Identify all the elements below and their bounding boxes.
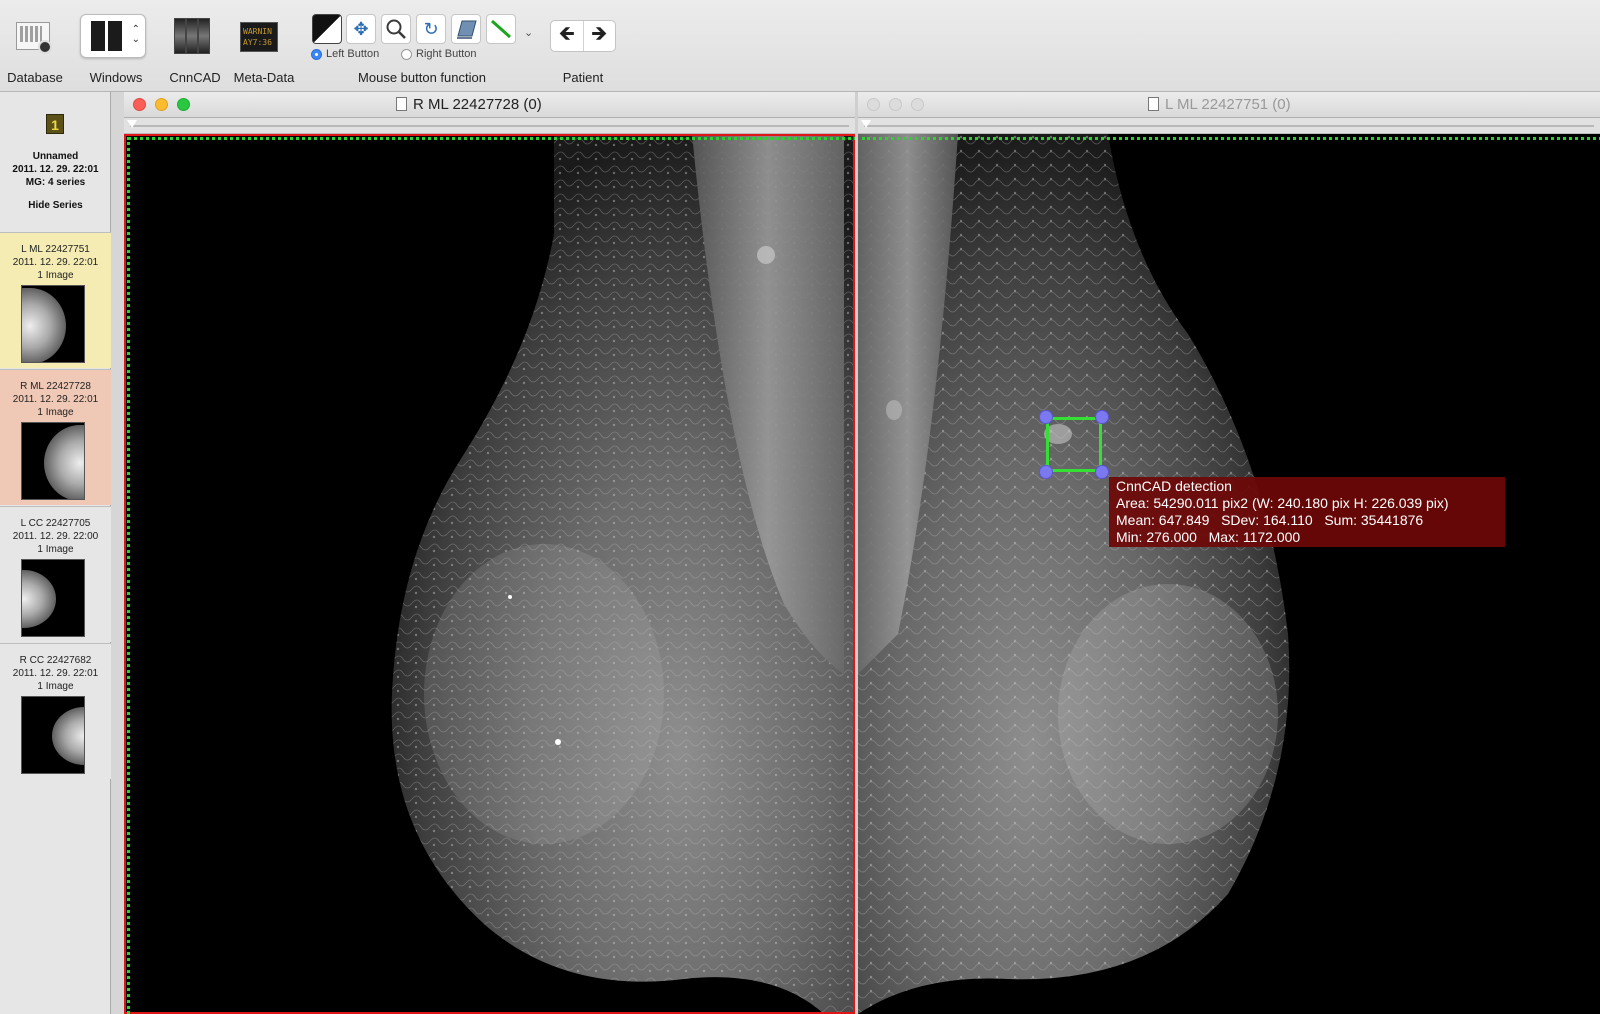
cnncad-icon[interactable] bbox=[172, 18, 212, 54]
left-button-radio[interactable]: Left Button bbox=[311, 48, 379, 60]
roi-handle[interactable] bbox=[1095, 465, 1109, 479]
stack-icon[interactable] bbox=[451, 14, 481, 44]
database-icon[interactable] bbox=[14, 18, 54, 54]
series-count: 1 Image bbox=[37, 270, 74, 281]
series-sidebar: 1 Unnamed 2011. 12. 29. 22:01 MG: 4 seri… bbox=[0, 92, 111, 1014]
right-button-label: Right Button bbox=[416, 48, 477, 60]
radio-selected-icon[interactable] bbox=[311, 48, 322, 60]
rotate-icon[interactable]: ↻ bbox=[416, 14, 446, 44]
roi-stats: Mean: 647.849 SDev: 164.110 Sum: 3544187… bbox=[1116, 512, 1424, 528]
roi-minmax: Min: 276.000 Max: 1172.000 bbox=[1116, 529, 1301, 545]
roi-handle[interactable] bbox=[1095, 410, 1109, 424]
roi-handle[interactable] bbox=[1039, 410, 1053, 424]
metadata-icon[interactable]: WARNIN AY7:36 bbox=[240, 22, 278, 52]
series-name: R ML 22427728 bbox=[20, 381, 91, 392]
series-date: 2011. 12. 29. 22:00 bbox=[12, 531, 99, 542]
roi-rectangle[interactable] bbox=[1046, 417, 1102, 472]
left-button-label: Left Button bbox=[326, 48, 380, 60]
patient-label: Patient bbox=[562, 70, 604, 85]
stepper-arrows-icon[interactable]: ⌃ ⌄ bbox=[132, 25, 140, 45]
series-thumbnail[interactable] bbox=[21, 422, 85, 500]
minimize-window-button[interactable] bbox=[889, 98, 902, 111]
series-date: 2011. 12. 29. 22:01 bbox=[12, 394, 99, 405]
mammogram-image[interactable] bbox=[124, 134, 855, 1014]
document-icon bbox=[1148, 97, 1159, 111]
viewer-titlebar[interactable]: L ML 22427751 (0) bbox=[858, 92, 1600, 118]
series-count: 1 Image bbox=[37, 681, 74, 692]
zoom-window-button[interactable] bbox=[911, 98, 924, 111]
viewer-title: L ML 22427751 (0) bbox=[1165, 96, 1291, 113]
close-window-button[interactable] bbox=[133, 98, 146, 111]
mouse-function-label: Mouse button function bbox=[358, 70, 486, 85]
series-item[interactable]: L ML 22427751 2011. 12. 29. 22:01 1 Imag… bbox=[0, 232, 111, 368]
viewer-titlebar[interactable]: R ML 22427728 (0) bbox=[124, 92, 855, 118]
series-name: L CC 22427705 bbox=[20, 518, 91, 529]
viewer-title: R ML 22427728 (0) bbox=[413, 96, 542, 113]
viewer-left-ml: L ML 22427751 (0) bbox=[858, 92, 1600, 1014]
series-date: 2011. 12. 29. 22:01 bbox=[12, 257, 99, 268]
windows-layout-icon[interactable]: ⌃ ⌄ bbox=[80, 14, 146, 58]
arrow-right-icon: 🡺 bbox=[591, 23, 608, 45]
series-item[interactable]: R ML 22427728 2011. 12. 29. 22:01 1 Imag… bbox=[0, 369, 111, 505]
series-name: L ML 22427751 bbox=[21, 244, 90, 255]
previous-patient-button[interactable]: 🡸 bbox=[551, 21, 583, 51]
patient-nav: 🡸 🡺 bbox=[550, 20, 616, 52]
database-label[interactable]: Database bbox=[7, 70, 63, 85]
series-thumbnail[interactable] bbox=[21, 285, 85, 363]
series-date: 2011. 12. 29. 22:01 bbox=[12, 668, 99, 679]
series-name: R CC 22427682 bbox=[19, 655, 92, 666]
mammogram-image[interactable] bbox=[858, 134, 1600, 1014]
study-date: 2011. 12. 29. 22:01 bbox=[12, 164, 99, 175]
roi-title: CnnCAD detection bbox=[1116, 478, 1232, 494]
study-header[interactable]: 1 Unnamed 2011. 12. 29. 22:01 MG: 4 seri… bbox=[0, 92, 111, 232]
study-number-badge: 1 bbox=[46, 114, 64, 134]
zoom-window-button[interactable] bbox=[177, 98, 190, 111]
slider-knob[interactable] bbox=[127, 120, 137, 128]
slider-knob[interactable] bbox=[861, 120, 871, 128]
study-series-count: MG: 4 series bbox=[25, 177, 86, 188]
viewer-gutter bbox=[111, 92, 124, 1014]
tool-dropdown-icon[interactable]: ⌄ bbox=[524, 26, 533, 39]
right-button-radio[interactable]: Right Button bbox=[401, 48, 477, 60]
metadata-icon-text: WARNIN AY7:36 bbox=[243, 27, 272, 47]
roi-info-panel: CnnCAD detection Area: 54290.011 pix2 (W… bbox=[1109, 477, 1505, 547]
close-window-button[interactable] bbox=[867, 98, 880, 111]
radio-unselected-icon[interactable] bbox=[401, 48, 412, 60]
metadata-label[interactable]: Meta-Data bbox=[234, 70, 295, 85]
series-item[interactable]: L CC 22427705 2011. 12. 29. 22:00 1 Imag… bbox=[0, 506, 111, 642]
image-slider[interactable] bbox=[124, 118, 855, 134]
viewer-right-ml: R ML 22427728 (0) bbox=[124, 92, 855, 1014]
windows-label[interactable]: Windows bbox=[90, 70, 143, 85]
minimize-window-button[interactable] bbox=[155, 98, 168, 111]
hide-series-button[interactable]: Hide Series bbox=[0, 200, 111, 211]
image-slider[interactable] bbox=[858, 118, 1600, 134]
move-icon[interactable]: ✥ bbox=[346, 14, 376, 44]
window-level-icon[interactable] bbox=[312, 14, 342, 44]
main-toolbar: Database ⌃ ⌄ Windows CnnCAD WARNIN AY7:36… bbox=[0, 0, 1600, 92]
series-item[interactable]: R CC 22427682 2011. 12. 29. 22:01 1 Imag… bbox=[0, 643, 111, 779]
arrow-left-icon: 🡸 bbox=[558, 23, 575, 45]
cnncad-label[interactable]: CnnCAD bbox=[169, 70, 220, 85]
series-thumbnail[interactable] bbox=[21, 696, 85, 774]
document-icon bbox=[396, 97, 407, 111]
study-name: Unnamed bbox=[32, 151, 79, 162]
zoom-icon[interactable] bbox=[381, 14, 411, 44]
series-thumbnail[interactable] bbox=[21, 559, 85, 637]
next-patient-button[interactable]: 🡺 bbox=[582, 21, 616, 51]
measure-icon[interactable] bbox=[486, 14, 516, 44]
series-count: 1 Image bbox=[37, 407, 74, 418]
series-count: 1 Image bbox=[37, 544, 74, 555]
roi-area: Area: 54290.011 pix2 (W: 240.180 pix H: … bbox=[1116, 495, 1449, 511]
roi-handle[interactable] bbox=[1039, 465, 1053, 479]
